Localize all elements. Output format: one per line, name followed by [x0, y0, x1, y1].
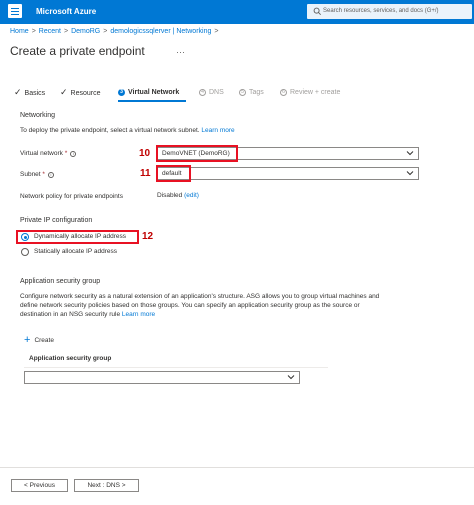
callout-number: 10 [139, 148, 151, 159]
create-label: Create [34, 337, 54, 344]
asg-description-line: define network security policies based o… [20, 302, 360, 309]
info-icon[interactable]: i [47, 172, 54, 178]
tab-virtual-network[interactable]: 3 Virtual Network [118, 89, 179, 96]
callout-box [156, 145, 238, 162]
policy-label: Network policy for private endpoints [20, 193, 123, 200]
chevron-down-icon [406, 171, 414, 176]
step-number: 3 [118, 89, 125, 96]
tab-review-create[interactable]: 6 Review + create [280, 89, 340, 96]
networking-intro: To deploy the private endpoint, select a… [20, 127, 235, 134]
static-ip-label[interactable]: Statically allocate IP address [34, 248, 117, 255]
breadcrumb: Home > Recent > DemoRG > demologicssqlerver | … [10, 28, 219, 35]
check-icon: ✓ [14, 87, 22, 97]
subnet-dropdown[interactable]: default [157, 167, 419, 180]
tab-label: Resource [70, 90, 101, 97]
policy-value: Disabled (edit) [157, 192, 199, 199]
footer-divider [0, 467, 474, 468]
callout-box [156, 165, 191, 182]
dynamic-ip-label[interactable]: Dynamically allocate IP address [34, 233, 126, 240]
networking-learn-more-link[interactable]: Learn more [201, 127, 234, 134]
portal-menu-icon[interactable] [8, 4, 22, 18]
tab-resource[interactable]: ✓ Resource [60, 87, 101, 98]
tab-label: DNS [209, 89, 224, 96]
asg-column-header: Application security group [29, 355, 112, 362]
asg-description-line: destination in an NSG security rule Lear… [20, 311, 156, 318]
vnet-label: Virtual network * i [20, 150, 77, 157]
asg-heading: Application security group [20, 278, 101, 285]
tab-basics[interactable]: ✓ Basics [14, 87, 46, 98]
policy-edit-link[interactable]: (edit) [184, 192, 199, 199]
asg-learn-more-link[interactable]: Learn more [122, 311, 155, 318]
search-input[interactable]: Search resources, services, and docs (G+… [307, 4, 472, 19]
callout-number: 11 [140, 168, 151, 179]
breadcrumb-networking[interactable]: demologicssqlerver | Networking [110, 28, 211, 35]
breadcrumb-resource-group[interactable]: DemoRG [71, 28, 100, 35]
more-options-icon[interactable]: ··· [176, 47, 185, 57]
plus-icon: + [24, 334, 31, 346]
static-ip-radio[interactable] [21, 248, 29, 256]
active-tab-indicator [118, 100, 186, 102]
step-number: 6 [280, 89, 287, 96]
breadcrumb-home[interactable]: Home [10, 28, 29, 35]
previous-button[interactable]: < Previous [11, 479, 68, 492]
page-title: Create a private endpoint [10, 44, 145, 58]
tab-label: Basics [24, 90, 46, 97]
tab-label: Review + create [290, 89, 341, 96]
private-ip-heading: Private IP configuration [20, 217, 93, 224]
chevron-down-icon [287, 375, 295, 380]
tab-tags[interactable]: 5 Tags [239, 89, 264, 96]
tab-label: Tags [249, 89, 264, 96]
subnet-label: Subnet * i [20, 171, 54, 178]
asg-description-line: Configure network security as a natural … [20, 293, 380, 300]
brand-title[interactable]: Microsoft Azure [36, 7, 96, 16]
callout-number: 12 [142, 231, 154, 242]
check-icon: ✓ [60, 87, 68, 97]
info-icon[interactable]: i [70, 151, 77, 157]
top-bar: Microsoft Azure Search resources, servic… [0, 0, 474, 24]
search-placeholder: Search resources, services, and docs (G+… [323, 8, 439, 14]
breadcrumb-recent[interactable]: Recent [39, 28, 61, 35]
step-number: 5 [239, 89, 246, 96]
divider [24, 367, 328, 368]
asg-dropdown[interactable] [24, 371, 300, 384]
chevron-down-icon [406, 151, 414, 156]
networking-heading: Networking [20, 112, 56, 119]
create-asg-button[interactable]: + Create [24, 334, 54, 346]
step-number: 4 [199, 89, 206, 96]
tab-dns[interactable]: 4 DNS [199, 89, 224, 96]
tab-label: Virtual Network [128, 89, 180, 96]
dynamic-ip-radio[interactable] [21, 233, 29, 241]
search-icon [313, 7, 321, 15]
next-dns-button[interactable]: Next : DNS > [74, 479, 139, 492]
